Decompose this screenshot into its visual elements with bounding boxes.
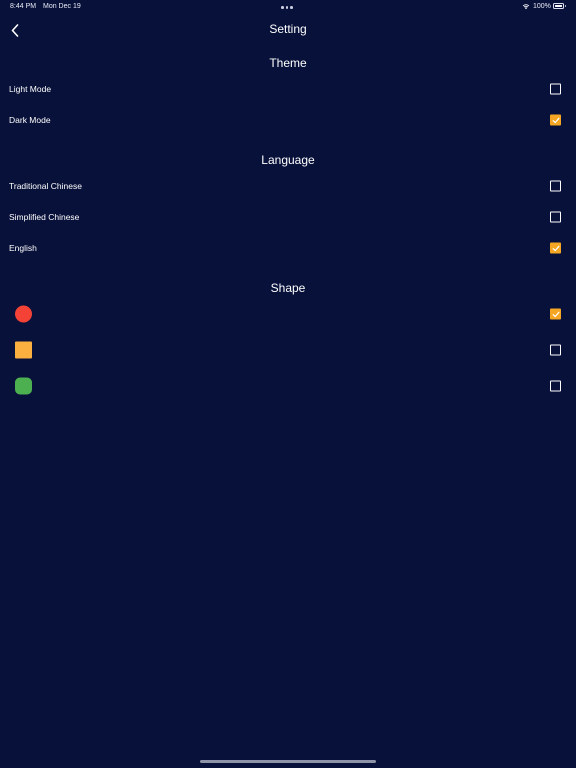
shape-option-rounded-square[interactable] — [0, 368, 576, 404]
status-date: Mon Dec 19 — [43, 3, 81, 10]
home-indicator[interactable] — [200, 760, 376, 763]
battery-icon — [553, 3, 566, 9]
status-time: 8:44 PM — [10, 3, 37, 10]
status-bar: 8:44 PM Mon Dec 19 100% — [0, 0, 576, 14]
checkmark-icon — [552, 245, 560, 251]
orange-square-shape — [15, 341, 32, 359]
page-title: Setting — [269, 22, 307, 36]
circle-checkbox[interactable] — [550, 308, 561, 320]
battery-percentage: 100% — [533, 3, 551, 10]
dark-mode-checkbox[interactable] — [550, 114, 561, 125]
theme-option-dark-mode[interactable]: Dark Mode — [0, 104, 576, 135]
shape-option-circle[interactable] — [0, 296, 576, 332]
shape-option-square[interactable] — [0, 332, 576, 368]
wifi-icon — [522, 4, 530, 10]
language-section-header: Language — [261, 153, 315, 167]
simplified-chinese-checkbox[interactable] — [550, 211, 561, 222]
light-mode-checkbox[interactable] — [550, 83, 561, 94]
green-rounded-square-shape — [15, 377, 32, 395]
shape-section-header: Shape — [270, 281, 306, 295]
theme-option-light-mode[interactable]: Light Mode — [0, 73, 576, 104]
option-label: Traditional Chinese — [9, 180, 82, 191]
theme-section-header: Theme — [269, 56, 307, 70]
option-label: English — [9, 242, 37, 253]
option-label: Simplified Chinese — [9, 211, 80, 222]
option-label: Dark Mode — [9, 114, 51, 125]
red-circle-shape — [15, 305, 32, 323]
language-option-english[interactable]: English — [0, 232, 576, 263]
checkmark-icon — [552, 117, 560, 123]
option-label: Light Mode — [9, 83, 52, 94]
traditional-chinese-checkbox[interactable] — [550, 180, 561, 191]
checkmark-icon — [552, 311, 560, 318]
square-checkbox[interactable] — [550, 344, 561, 356]
language-option-traditional-chinese[interactable]: Traditional Chinese — [0, 170, 576, 201]
rounded-square-checkbox[interactable] — [550, 380, 561, 392]
language-option-simplified-chinese[interactable]: Simplified Chinese — [0, 201, 576, 232]
english-checkbox[interactable] — [550, 242, 561, 253]
multitasking-dots-icon[interactable] — [281, 6, 293, 9]
